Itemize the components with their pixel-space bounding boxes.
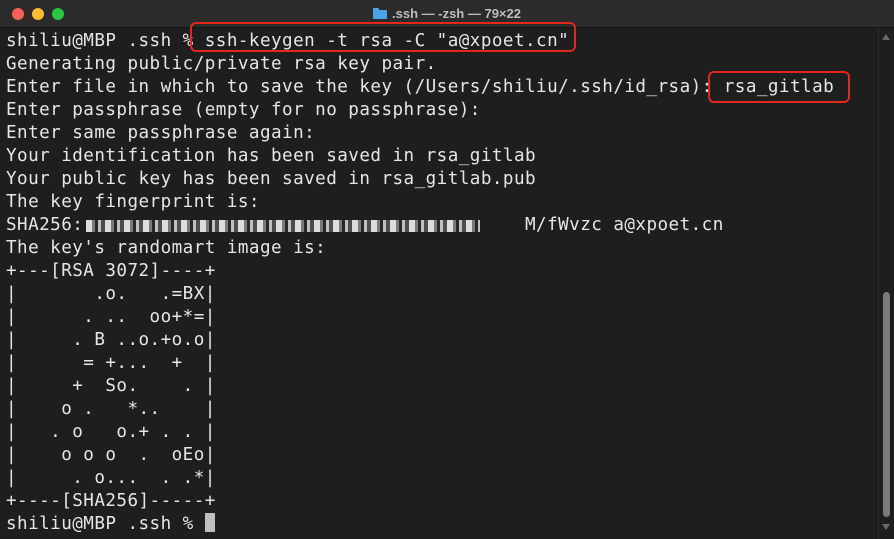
terminal-line: Enter same passphrase again: [6,123,316,143]
terminal-line: | o . *.. | [6,399,216,419]
terminal-line: | . B ..o.+o.o| [6,330,216,350]
terminal-line: | . o o.+ . . | [6,422,216,442]
prompt-line[interactable]: shiliu@MBP .ssh % [6,513,215,536]
scroll-down-arrow-icon[interactable] [882,524,890,530]
terminal-line: +----[SHA256]-----+ [6,491,216,511]
window-title: .ssh — -zsh — 79×22 [392,6,521,21]
terminal-window: .ssh — -zsh — 79×22 shiliu@MBP .ssh % ss… [0,0,894,539]
folder-icon [373,8,387,19]
terminal-line: The key fingerprint is: [6,192,260,212]
scrollbar-thumb[interactable] [883,292,890,517]
scroll-up-arrow-icon[interactable] [882,34,890,40]
terminal-line: Generating public/private rsa key pair. [6,54,437,74]
highlight-filename-box [708,71,850,103]
terminal-line: | = +... + | [6,353,216,373]
terminal-line: Enter passphrase (empty for no passphras… [6,100,481,120]
terminal-line: | . .. oo+*=| [6,307,216,327]
terminal-line: | .o. .=BX| [6,284,216,304]
terminal-output[interactable]: shiliu@MBP .ssh % ssh-keygen -t rsa -C "… [0,22,878,539]
terminal-line: | . o... . .*| [6,468,216,488]
terminal-line: The key's randomart image is: [6,238,327,258]
redacted-fingerprint [86,220,480,232]
terminal-line: | + So. . | [6,376,216,396]
text-cursor [204,513,215,532]
terminal-line: | o o o . oEo| [6,445,216,465]
prompt-text: shiliu@MBP .ssh % [6,514,205,534]
terminal-line: Your public key has been saved in rsa_gi… [6,169,537,189]
highlight-command-box [190,22,576,52]
terminal-line: Your identification has been saved in rs… [6,146,537,166]
terminal-line: +---[RSA 3072]----+ [6,261,216,281]
